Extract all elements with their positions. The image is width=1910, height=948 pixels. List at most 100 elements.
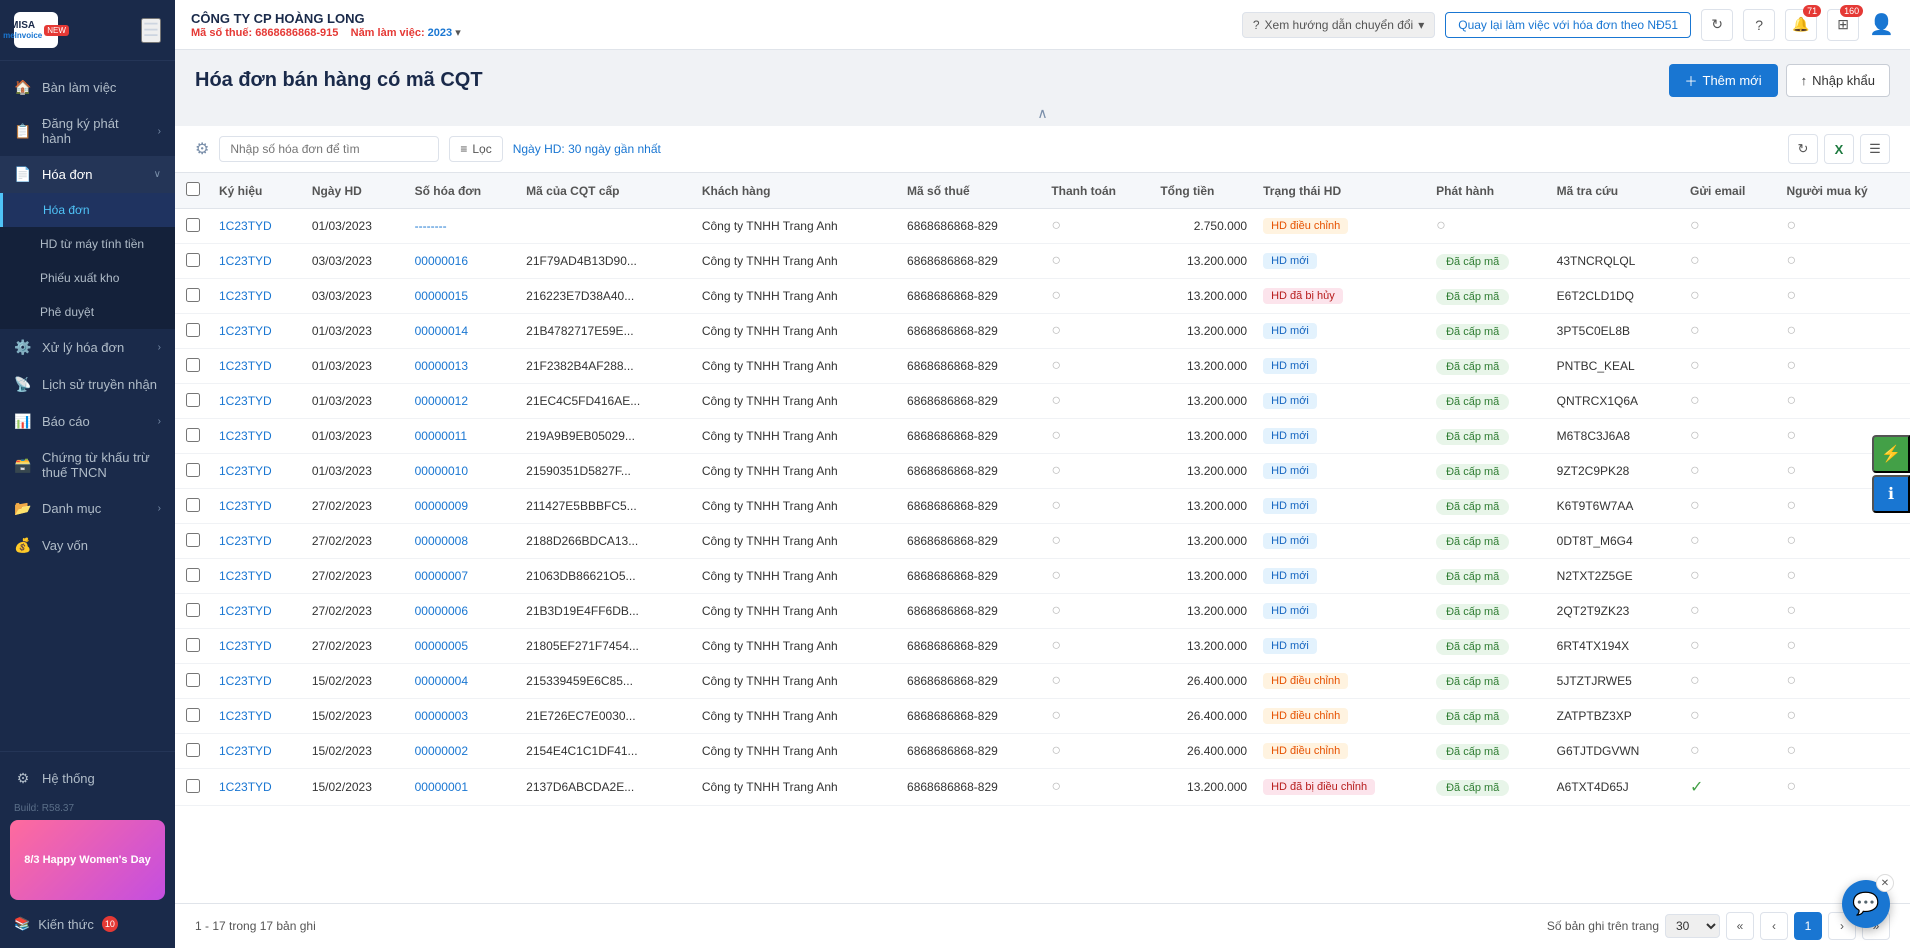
sidebar-item-invoice[interactable]: 📄 Hóa đơn ∨ [0, 156, 175, 193]
table-row[interactable]: 1C23TYD 15/02/2023 00000002 2154E4C1C1DF… [175, 734, 1910, 769]
cell-nguoi-mua-ky: ○ [1778, 734, 1910, 769]
sidebar-item-taxdoc[interactable]: 🗃️ Chứng từ khấu trừ thuế TNCN [0, 440, 175, 490]
sidebar-subitem-pheduyet[interactable]: Phê duyệt [0, 295, 175, 329]
sidebar-subitem-maytinhtien[interactable]: HD từ máy tính tiền [0, 227, 175, 261]
sidebar-item-knowledge[interactable]: 📚 Kiến thức 10 [0, 908, 175, 940]
table-row[interactable]: 1C23TYD 03/03/2023 00000016 21F79AD4B13D… [175, 244, 1910, 279]
table-row[interactable]: 1C23TYD 15/02/2023 00000003 21E726EC7E00… [175, 699, 1910, 734]
table-row[interactable]: 1C23TYD 03/03/2023 00000015 216223E7D38A… [175, 279, 1910, 314]
buyer-sign-dot: ○ [1786, 778, 1796, 795]
row-checkbox[interactable] [186, 533, 200, 547]
row-checkbox[interactable] [186, 708, 200, 722]
select-all-header[interactable] [175, 173, 211, 209]
row-checkbox[interactable] [186, 323, 200, 337]
sidebar-subitem-phieuxuatkho[interactable]: Phiếu xuất kho [0, 261, 175, 295]
sidebar-item-registration[interactable]: 📋 Đăng ký phát hành › [0, 106, 175, 156]
filter-bar: ⚙ ≡ Lọc Ngày HD: 30 ngày gần nhất ↻ X ☰ [175, 126, 1910, 173]
cell-trang-thai: HD đã bị hủy [1255, 279, 1428, 314]
status-badge: HD điều chỉnh [1263, 218, 1348, 234]
import-button[interactable]: ↑ Nhập khẩu [1786, 64, 1890, 97]
pagination-right: Số bản ghi trên trang 30 50 100 « ‹ 1 › … [1547, 912, 1890, 940]
email-not-sent-dot: ○ [1690, 392, 1700, 409]
add-new-button[interactable]: ＋ Thêm mới [1669, 64, 1778, 97]
green-action-button[interactable]: ⚡ [1872, 435, 1910, 473]
table-row[interactable]: 1C23TYD 27/02/2023 00000009 211427E5BBBF… [175, 489, 1910, 524]
filter-button[interactable]: ≡ Lọc [449, 136, 502, 162]
table-row[interactable]: 1C23TYD 01/03/2023 00000013 21F2382B4AF2… [175, 349, 1910, 384]
table-row[interactable]: 1C23TYD 01/03/2023 00000014 21B4782717E5… [175, 314, 1910, 349]
cell-thanh-toan: ○ [1043, 384, 1152, 419]
user-avatar-button[interactable]: 👤 [1869, 12, 1894, 37]
hamburger-button[interactable]: ☰ [141, 18, 161, 43]
nd51-button[interactable]: Quay lại làm việc với hóa đơn theo NĐ51 [1445, 12, 1691, 38]
cell-ky-hieu: 1C23TYD [211, 524, 304, 559]
collapse-arrow[interactable]: ∧ [175, 105, 1910, 122]
sidebar-subitem-hoadon[interactable]: Hóa đơn [0, 193, 175, 227]
notification-button[interactable]: 🔔 71 [1785, 9, 1817, 41]
row-checkbox[interactable] [186, 463, 200, 477]
sidebar-item-label: Bàn làm việc [42, 80, 161, 95]
cell-trang-thai: HD mới [1255, 629, 1428, 664]
refresh-button[interactable]: ↻ [1701, 9, 1733, 41]
sidebar-item-dashboard[interactable]: 🏠 Bàn làm việc [0, 69, 175, 106]
excel-export-button[interactable]: X [1824, 134, 1854, 164]
sidebar-item-category[interactable]: 📂 Danh mục › [0, 490, 175, 527]
row-checkbox[interactable] [186, 218, 200, 232]
row-checkbox[interactable] [186, 779, 200, 793]
table-row[interactable]: 1C23TYD 01/03/2023 00000010 21590351D582… [175, 454, 1910, 489]
search-input[interactable] [219, 136, 439, 162]
table-row[interactable]: 1C23TYD 27/02/2023 00000007 21063DB86621… [175, 559, 1910, 594]
prev-page-button[interactable]: ‹ [1760, 912, 1788, 940]
row-checkbox[interactable] [186, 603, 200, 617]
row-checkbox[interactable] [186, 498, 200, 512]
cell-ky-hieu: 1C23TYD [211, 629, 304, 664]
row-checkbox[interactable] [186, 253, 200, 267]
row-checkbox[interactable] [186, 743, 200, 757]
settings-icon[interactable]: ⚙ [195, 139, 209, 159]
table-row[interactable]: 1C23TYD 27/02/2023 00000008 2188D266BDCA… [175, 524, 1910, 559]
year-select[interactable]: 2023 [428, 27, 452, 39]
table-row[interactable]: 1C23TYD 27/02/2023 00000006 21B3D19E4FF6… [175, 594, 1910, 629]
sidebar-item-process[interactable]: ⚙️ Xử lý hóa đơn › [0, 329, 175, 366]
table-row[interactable]: 1C23TYD 01/03/2023 00000012 21EC4C5FD416… [175, 384, 1910, 419]
table-row[interactable]: 1C23TYD 01/03/2023 -------- Công ty TNHH… [175, 209, 1910, 244]
status-badge: HD mới [1263, 393, 1317, 409]
sidebar-item-history[interactable]: 📡 Lịch sử truyền nhận [0, 366, 175, 403]
row-checkbox[interactable] [186, 393, 200, 407]
help-button[interactable]: ? Xem hướng dẫn chuyển đổi ▾ [1242, 12, 1435, 38]
sidebar-item-label: Chứng từ khấu trừ thuế TNCN [42, 450, 161, 480]
help-circle-button[interactable]: ? [1743, 9, 1775, 41]
cell-tong-tien: 13.200.000 [1152, 594, 1255, 629]
row-checkbox[interactable] [186, 358, 200, 372]
cell-ma-so-thue: 6868686868-829 [899, 664, 1043, 699]
table-row[interactable]: 1C23TYD 15/02/2023 00000001 2137D6ABCDA2… [175, 769, 1910, 806]
sidebar-subitem-label: HD từ máy tính tiền [40, 237, 161, 251]
table-row[interactable]: 1C23TYD 27/02/2023 00000005 21805EF271F7… [175, 629, 1910, 664]
page-1-button[interactable]: 1 [1794, 912, 1822, 940]
sidebar-item-system[interactable]: ⚙ Hệ thống [0, 760, 175, 797]
blue-action-button[interactable]: ℹ [1872, 475, 1910, 513]
cell-so-hd: 00000005 [407, 629, 519, 664]
first-page-button[interactable]: « [1726, 912, 1754, 940]
apps-button[interactable]: ⊞ 160 [1827, 9, 1859, 41]
sidebar-item-loan[interactable]: 💰 Vay vốn [0, 527, 175, 564]
status-badge: HD mới [1263, 358, 1317, 374]
page-size-select[interactable]: 30 50 100 [1665, 914, 1720, 938]
sync-tool-button[interactable]: ↻ [1788, 134, 1818, 164]
select-all-checkbox[interactable] [186, 182, 200, 196]
cell-nguoi-mua-ky: ○ [1778, 559, 1910, 594]
sidebar-item-reports[interactable]: 📊 Báo cáo › [0, 403, 175, 440]
row-checkbox[interactable] [186, 428, 200, 442]
cell-thanh-toan: ○ [1043, 559, 1152, 594]
year-label: Năm làm việc: [351, 27, 425, 39]
row-checkbox[interactable] [186, 673, 200, 687]
column-settings-button[interactable]: ☰ [1860, 134, 1890, 164]
row-checkbox[interactable] [186, 288, 200, 302]
table-row[interactable]: 1C23TYD 15/02/2023 00000004 215339459E6C… [175, 664, 1910, 699]
row-checkbox[interactable] [186, 638, 200, 652]
date-range-value[interactable]: 30 ngày gần nhất [568, 142, 661, 156]
row-checkbox[interactable] [186, 568, 200, 582]
table-row[interactable]: 1C23TYD 01/03/2023 00000011 219A9B9EB050… [175, 419, 1910, 454]
cell-ma-so-thue: 6868686868-829 [899, 524, 1043, 559]
chat-close-button[interactable]: ✕ [1876, 874, 1894, 892]
